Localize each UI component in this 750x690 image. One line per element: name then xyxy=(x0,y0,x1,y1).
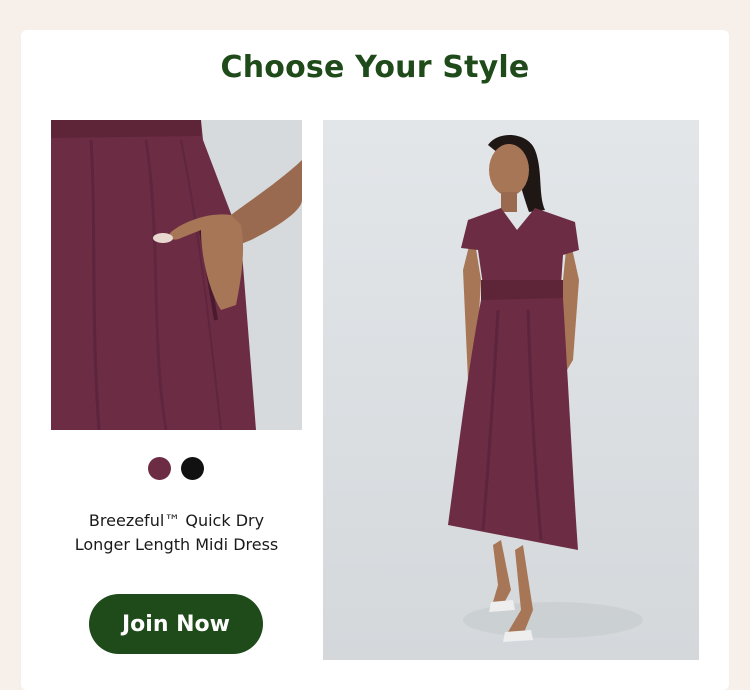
product-model-image[interactable] xyxy=(323,120,699,660)
join-now-button[interactable]: Join Now xyxy=(89,594,263,654)
page-title: Choose Your Style xyxy=(220,50,530,85)
product-name[interactable]: Breezeful™ Quick Dry Longer Length Midi … xyxy=(51,509,302,557)
color-swatches xyxy=(148,457,204,480)
swatch-black[interactable] xyxy=(181,457,204,480)
product-name-line-1: Breezeful™ Quick Dry xyxy=(88,511,265,530)
swatch-plum[interactable] xyxy=(148,457,171,480)
product-name-line-2: Longer Length Midi Dress xyxy=(74,535,279,554)
product-detail-image[interactable] xyxy=(51,120,302,430)
